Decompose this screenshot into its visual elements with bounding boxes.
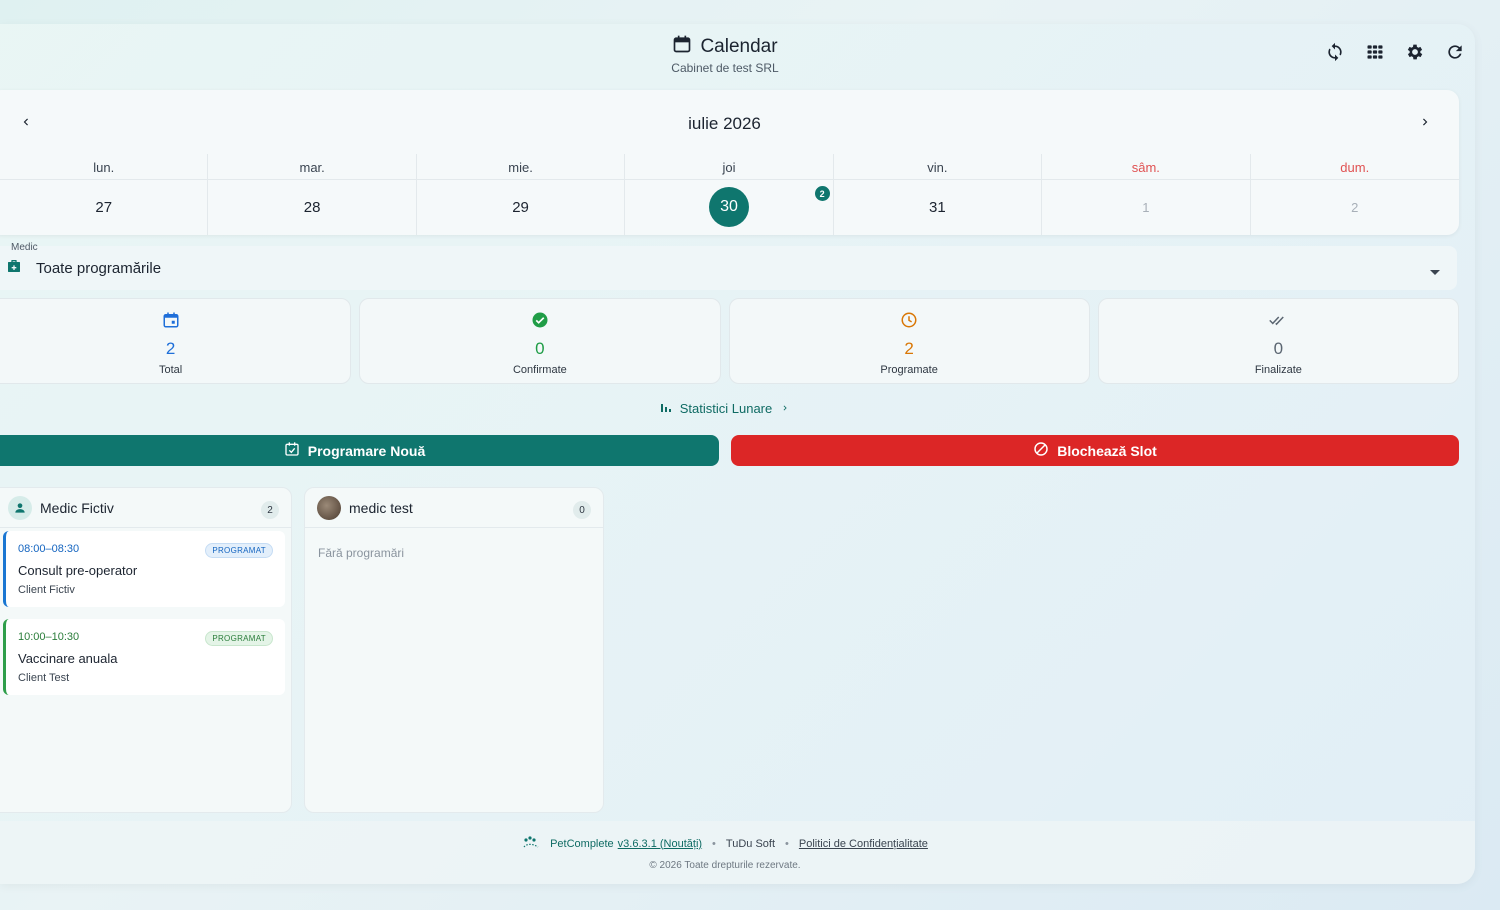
clinic-name: Cabinet de test SRL [671, 61, 779, 75]
header: Calendar Cabinet de test SRL [0, 24, 1475, 84]
check-circle-icon [531, 311, 549, 334]
stat-confirmed: 0 Confirmate [359, 298, 721, 384]
day-name: sâm. [1042, 154, 1250, 180]
petcomplete-logo-icon [522, 835, 540, 852]
day-appointment-count-badge: 2 [814, 186, 830, 201]
appointment-client: Client Fictiv [18, 584, 75, 596]
day-number: 1 [1142, 199, 1150, 215]
calendar-icon [672, 34, 692, 59]
day-tuesday[interactable]: mar. 28 [208, 154, 417, 235]
calendar-event-icon [162, 311, 180, 334]
empty-appointments-message: Fără programări [318, 546, 405, 560]
doctor-appointment-count: 0 [573, 501, 591, 519]
day-sunday[interactable]: dum. 2 [1250, 154, 1459, 235]
company-name: TuDu Soft [725, 837, 776, 850]
medical-bag-icon [6, 258, 22, 279]
day-name: joi [625, 154, 833, 180]
day-monday[interactable]: lun. 27 [0, 154, 209, 235]
stat-completed: 0 Finalizate [1097, 298, 1459, 384]
day-number: 31 [929, 198, 946, 216]
app-window: Calendar Cabinet de test SRL iulie 2026 … [0, 24, 1475, 884]
brand-name: PetComplete [550, 837, 614, 850]
footer-separator: • [712, 837, 716, 850]
doctor-column: medic test 0 Fără programări [304, 487, 604, 813]
day-wednesday[interactable]: mie. 29 [416, 154, 626, 235]
stat-total-value: 2 [165, 339, 176, 358]
monthly-stats-label: Statistici Lunare [679, 401, 773, 416]
status-badge: PROGRAMAT [205, 543, 273, 558]
chevron-right-icon [780, 401, 790, 416]
day-number: 28 [303, 198, 321, 216]
doctor-name: medic test [349, 499, 413, 516]
avatar [317, 495, 341, 520]
version-link[interactable]: v3.6.3.1 (Noutăți) [618, 838, 702, 850]
appointment-title: Consult pre-operator [18, 563, 138, 578]
stat-scheduled: 2 Programate [728, 298, 1090, 384]
apps-grid-icon[interactable] [1365, 42, 1385, 62]
gear-icon[interactable] [1405, 42, 1425, 62]
calendar-check-icon [284, 441, 300, 460]
block-icon [1033, 441, 1049, 460]
medic-select-value: Toate programările [36, 259, 162, 277]
month-navigation: iulie 2026 [0, 110, 1459, 136]
person-icon [8, 495, 32, 520]
medic-select[interactable]: Toate programările [0, 246, 1457, 290]
day-thursday-selected[interactable]: joi 30 2 [625, 154, 834, 235]
next-week-button[interactable] [1413, 112, 1437, 136]
page-title: Calendar [700, 35, 778, 57]
day-number: 2 [1351, 199, 1359, 215]
stat-completed-label: Finalizate [1254, 364, 1302, 376]
block-slot-button[interactable]: Blochează Slot [731, 435, 1459, 466]
stat-total-label: Total [159, 364, 183, 376]
day-name: lun. [0, 154, 208, 180]
caret-down-icon [1429, 264, 1441, 282]
footer: PetComplete v3.6.3.1 (Noutăți) • TuDu So… [0, 821, 1475, 884]
doctor-header: medic test 0 [305, 488, 603, 528]
new-appointment-button[interactable]: Programare Nouă [0, 435, 719, 466]
doctor-name: Medic Fictiv [40, 499, 114, 516]
copyright: © 2026 Toate drepturile rezervate. [649, 860, 801, 871]
new-appointment-label: Programare Nouă [307, 442, 426, 459]
appointment-card[interactable]: 08:00–08:30 PROGRAMAT Consult pre-operat… [3, 531, 285, 607]
day-name: mie. [416, 154, 625, 180]
doctor-appointment-count: 2 [261, 501, 279, 519]
appointment-client: Client Test [18, 672, 70, 684]
stat-completed-value: 0 [1273, 339, 1284, 358]
day-number: 27 [95, 198, 113, 216]
double-check-icon [1268, 311, 1288, 334]
stat-confirmed-label: Confirmate [512, 364, 567, 376]
appointment-title: Vaccinare anuala [18, 651, 118, 666]
medic-filter-label: Medic [11, 242, 38, 253]
medic-filter: Toate programările Medic [0, 242, 1457, 290]
day-number: 29 [512, 198, 529, 216]
page-title-block: Calendar Cabinet de test SRL [0, 34, 1450, 76]
monthly-stats-link[interactable]: Statistici Lunare [660, 401, 791, 416]
stat-scheduled-label: Programate [880, 364, 938, 376]
sync-icon[interactable] [1325, 42, 1345, 62]
stats-row: 2 Total 0 Confirmate 2 Programate 0 Fina… [0, 298, 1459, 384]
status-badge: PROGRAMAT [205, 631, 273, 646]
stat-confirmed-value: 0 [535, 339, 545, 358]
chevron-right-icon [1418, 115, 1432, 134]
block-slot-label: Blochează Slot [1057, 442, 1157, 459]
footer-separator: • [785, 837, 789, 850]
day-name: mar. [208, 154, 416, 180]
selected-day-number: 30 [708, 187, 749, 227]
privacy-policy-link[interactable]: Politici de Confidențialitate [799, 838, 928, 850]
day-friday[interactable]: vin. 31 [833, 154, 1043, 235]
month-label: iulie 2026 [688, 114, 761, 133]
day-saturday[interactable]: sâm. 1 [1042, 154, 1251, 235]
refresh-icon[interactable] [1445, 42, 1465, 62]
doctor-column: Medic Fictiv 2 08:00–08:30 PROGRAMAT Con… [0, 487, 292, 813]
day-name: dum. [1250, 154, 1459, 180]
stat-total: 2 Total [0, 298, 352, 384]
day-name: vin. [833, 154, 1042, 180]
stat-scheduled-value: 2 [904, 339, 914, 358]
doctor-header: Medic Fictiv 2 [0, 488, 291, 528]
appointment-card[interactable]: 10:00–10:30 PROGRAMAT Vaccinare anuala C… [3, 619, 285, 695]
week-calendar: iulie 2026 lun. 27 mar. 28 mie. 29 joi 3… [0, 90, 1459, 235]
clock-icon [900, 311, 918, 334]
bar-chart-icon [660, 401, 672, 416]
